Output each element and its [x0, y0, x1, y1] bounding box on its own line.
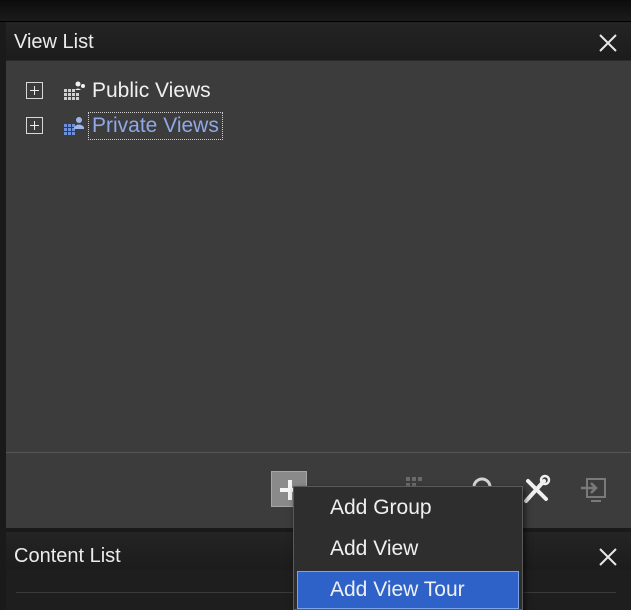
menu-item-add-view[interactable]: Add View	[297, 530, 519, 568]
menu-item-add-view-tour[interactable]: Add View Tour	[297, 571, 519, 609]
menu-item-add-group[interactable]: Add Group	[297, 489, 519, 527]
expand-icon[interactable]	[26, 82, 43, 99]
add-context-menu: Add Group Add View Add View Tour	[293, 486, 523, 610]
expand-icon[interactable]	[26, 117, 43, 134]
private-views-icon	[61, 113, 87, 139]
view-list-title: View List	[14, 31, 94, 53]
content-list-title: Content List	[14, 545, 121, 567]
view-list-header: View List	[6, 22, 631, 60]
close-icon[interactable]	[595, 30, 621, 56]
close-icon[interactable]	[595, 544, 621, 570]
wrench-icon[interactable]	[518, 471, 554, 507]
tree-item-public-views[interactable]: Public Views	[6, 76, 306, 106]
tree-item-label: Public Views	[92, 79, 211, 102]
export-icon[interactable]	[577, 471, 613, 507]
tree-item-label: Private Views	[88, 112, 223, 140]
public-views-icon	[61, 78, 87, 104]
tree-item-private-views[interactable]: Private Views	[6, 111, 306, 141]
top-bar	[0, 0, 631, 22]
view-tree: Public Views Private Views	[6, 60, 631, 452]
